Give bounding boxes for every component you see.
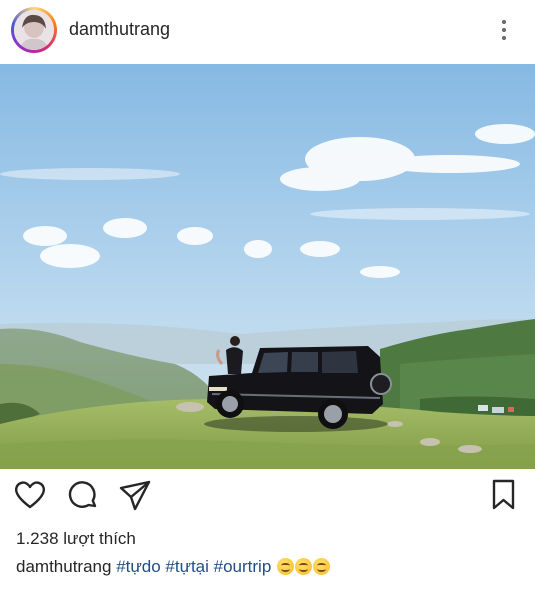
bookmark-icon bbox=[492, 479, 515, 510]
post-photo[interactable] bbox=[0, 64, 535, 469]
avatar[interactable] bbox=[14, 10, 54, 50]
heart-icon bbox=[14, 481, 46, 509]
like-button[interactable] bbox=[13, 478, 47, 512]
likes-count[interactable]: 1.238 lượt thích bbox=[16, 529, 136, 549]
comment-bubble-icon bbox=[68, 481, 97, 508]
more-dot bbox=[502, 28, 506, 32]
hashtag-ourtrip[interactable]: #ourtrip bbox=[214, 557, 272, 576]
more-vertical-icon bbox=[502, 20, 506, 24]
username[interactable]: damthutrang bbox=[69, 19, 170, 40]
more-dot bbox=[502, 36, 506, 40]
more-options-button[interactable] bbox=[494, 14, 514, 46]
post-header: damthutrang bbox=[0, 0, 535, 62]
save-button[interactable] bbox=[487, 478, 521, 512]
smiling-emoji-icon bbox=[313, 558, 331, 575]
smiling-emoji-icon bbox=[277, 558, 295, 575]
story-ring[interactable] bbox=[11, 7, 57, 53]
comment-button[interactable] bbox=[66, 478, 100, 512]
caption-username[interactable]: damthutrang bbox=[16, 557, 111, 576]
hashtag-tutai[interactable]: #tựtại bbox=[165, 557, 209, 576]
caption: damthutrang #tựdo #tựtại #ourtrip bbox=[16, 557, 331, 577]
paper-plane-icon bbox=[119, 480, 151, 511]
smiling-emoji-icon bbox=[295, 558, 313, 575]
hashtag-tudo[interactable]: #tựdo bbox=[116, 557, 160, 576]
share-button[interactable] bbox=[118, 478, 152, 512]
post-actions bbox=[0, 478, 535, 518]
